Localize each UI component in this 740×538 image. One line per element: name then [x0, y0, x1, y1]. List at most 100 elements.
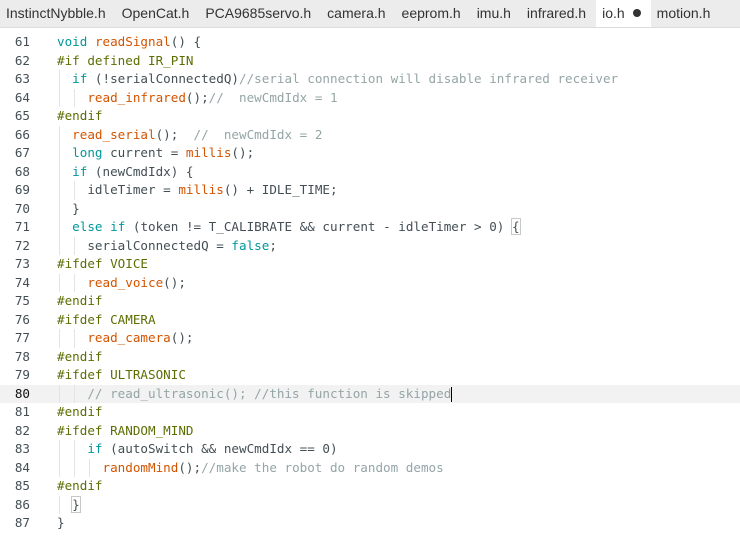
code-line[interactable]: 67 long current = millis();: [0, 144, 740, 163]
code-line[interactable]: 66 read_serial(); // newCmdIdx = 2: [0, 125, 740, 145]
preprocessor-token: #endif: [57, 404, 103, 419]
code-line[interactable]: 84 randomMind();//make the robot do rand…: [0, 458, 740, 477]
code-text: #ifdef RANDOM_MIND: [57, 422, 193, 441]
code-line[interactable]: 73 #ifdef VOICE: [0, 255, 740, 274]
file-tab-label: OpenCat.h: [121, 5, 190, 21]
code-line[interactable]: 62 #if defined IR_PIN: [0, 52, 740, 71]
file-tab[interactable]: InstinctNybble.h: [0, 0, 116, 27]
code-line[interactable]: 83 if (autoSwitch && newCmdIdx == 0): [0, 440, 740, 459]
line-number: 67: [14, 145, 30, 160]
function-token: read_serial: [72, 126, 156, 142]
line-number: 79: [14, 367, 30, 382]
code-token: ();: [185, 89, 209, 105]
line-number: 80: [14, 385, 30, 401]
code-token: ();: [155, 126, 194, 142]
code-token: (!serialConnectedQ): [87, 71, 239, 86]
code-line[interactable]: 68 if (newCmdIdx) {: [0, 162, 740, 182]
code-line[interactable]: 64 read_infrared();// newCmdIdx = 1: [0, 88, 740, 107]
code-text: #ifdef CAMERA: [57, 311, 156, 330]
code-token: }: [72, 200, 80, 216]
code-line[interactable]: 74 read_voice();: [0, 273, 740, 293]
code-line[interactable]: 70 }: [0, 199, 740, 219]
file-tab[interactable]: PCA9685servo.h: [199, 0, 321, 27]
code-line[interactable]: 78 #endif: [0, 348, 740, 367]
code-line[interactable]: 65 #endif: [0, 107, 740, 126]
code-line[interactable]: 87}: [0, 514, 740, 533]
line-number: 65: [14, 108, 30, 123]
code-text: read_voice();: [57, 274, 186, 293]
preprocessor-token: #ifdef RANDOM_MIND: [57, 422, 194, 438]
line-number: 71: [14, 219, 30, 234]
file-tab[interactable]: camera.h: [321, 0, 395, 27]
code-token: idleTimer =: [87, 182, 179, 197]
code-line[interactable]: 85 #endif: [0, 477, 740, 496]
line-number: 62: [14, 52, 30, 68]
file-tab-label: eeprom.h: [401, 5, 461, 21]
preprocessor-token: #endif: [57, 293, 103, 308]
file-tab-label: infrared.h: [526, 5, 587, 21]
line-number: 87: [14, 515, 30, 530]
line-number: 82: [14, 422, 30, 438]
code-token: () + IDLE_TIME;: [223, 182, 338, 197]
line-number: 74: [14, 274, 30, 290]
code-editor[interactable]: 61 void readSignal() { 62 #if defined IR_PI…: [0, 33, 740, 533]
code-token: (autoSwitch && newCmdIdx == 0): [102, 441, 338, 456]
unsaved-dot-icon[interactable]: [632, 9, 641, 18]
code-line[interactable]: 61 void readSignal() {: [0, 33, 740, 52]
comment-token: //make the robot do random demos: [201, 459, 444, 475]
comment-token: // newCmdIdx = 2: [193, 126, 323, 142]
code-text: #if defined IR_PIN: [57, 52, 193, 71]
keyword-token: if: [110, 219, 126, 234]
line-number: 77: [14, 330, 30, 345]
line-number: 61: [14, 34, 30, 49]
code-token: (token != T_CALIBRATE && current - idleT…: [125, 219, 512, 234]
code-line[interactable]: 77 read_camera();: [0, 329, 740, 348]
code-line[interactable]: 63 if (!serialConnectedQ)//serial connec…: [0, 70, 740, 89]
code-line[interactable]: 75 #endif: [0, 292, 740, 311]
line-number: 78: [14, 348, 30, 364]
code-text: #ifdef ULTRASONIC: [57, 366, 186, 385]
line-number: 75: [14, 293, 30, 308]
file-tab[interactable]: infrared.h: [521, 0, 596, 27]
code-line[interactable]: 82 #ifdef RANDOM_MIND: [0, 422, 740, 441]
file-tab[interactable]: OpenCat.h: [116, 0, 200, 27]
code-line[interactable]: 72 serialConnectedQ = false;: [0, 236, 740, 256]
code-text: #endif: [57, 403, 103, 422]
file-tab[interactable]: motion.h: [651, 0, 721, 27]
code-line[interactable]: 81 #endif: [0, 403, 740, 422]
line-number: 76: [14, 311, 30, 327]
keyword-token: else: [72, 219, 103, 234]
code-token: (newCmdIdx) {: [87, 163, 194, 179]
code-line[interactable]: 86 }: [0, 495, 740, 514]
code-text: serialConnectedQ = false;: [57, 237, 277, 256]
code-line[interactable]: 79 #ifdef ULTRASONIC: [0, 366, 740, 385]
code-text: read_serial(); // newCmdIdx = 2: [57, 126, 322, 145]
file-tab-bar: InstinctNybble.h OpenCat.h PCA9685servo.h c…: [0, 0, 740, 28]
code-line[interactable]: 69 idleTimer = millis() + IDLE_TIME;: [0, 181, 740, 200]
file-tab[interactable]: eeprom.h: [396, 0, 471, 27]
file-tab-label: motion.h: [656, 5, 711, 21]
line-number: 86: [14, 496, 30, 512]
code-text: }: [57, 200, 80, 219]
keyword-token: if: [87, 441, 103, 456]
preprocessor-token: #ifdef CAMERA: [57, 311, 156, 327]
code-text: #endif: [57, 107, 103, 126]
comment-token: // read_ultrasonic(); //this function is…: [87, 385, 452, 401]
code-text: #endif: [57, 477, 103, 496]
code-text: void readSignal() {: [57, 33, 201, 52]
code-text: // read_ultrasonic(); //this function is…: [57, 385, 453, 404]
file-tab[interactable]: imu.h: [471, 0, 521, 27]
keyword-token: long: [72, 145, 103, 160]
code-line[interactable]: 71 else if (token != T_CALIBRATE && curr…: [0, 218, 740, 237]
file-tab[interactable]: io.h: [596, 0, 651, 27]
code-line[interactable]: 80 // read_ultrasonic(); //this function…: [0, 384, 740, 404]
line-number: 69: [14, 182, 30, 197]
code-text: #endif: [57, 348, 103, 367]
code-token: ();: [163, 274, 186, 290]
line-number: 81: [14, 404, 30, 419]
text-caret: [451, 386, 453, 402]
code-text: if (newCmdIdx) {: [57, 163, 194, 182]
code-line[interactable]: 76 #ifdef CAMERA: [0, 311, 740, 330]
